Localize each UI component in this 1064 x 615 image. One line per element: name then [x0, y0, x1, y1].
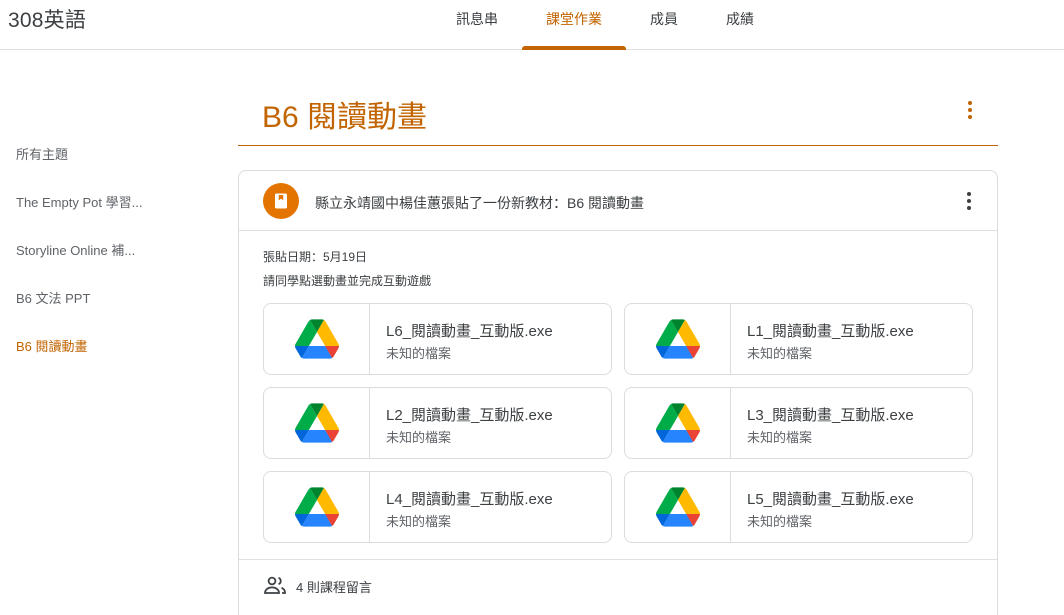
sidebar-item-b6-reading[interactable]: B6 閱讀動畫: [16, 336, 88, 355]
class-tabs: 訊息串 課堂作業 成員 成績: [432, 0, 778, 50]
attachment-item[interactable]: L5_閱讀動畫_互動版.exe 未知的檔案: [624, 471, 973, 543]
more-vert-icon[interactable]: [957, 189, 981, 213]
class-title[interactable]: 308英語: [8, 4, 86, 34]
posted-date: 張貼日期：5月19日: [263, 250, 368, 264]
topic-more-icon[interactable]: [958, 98, 982, 122]
material-card: 縣立永靖國中楊佳蕙張貼了一份新教材：B6 閱讀動畫 張貼日期：5月19日 請同學…: [238, 170, 998, 615]
material-description: 請同學點選動畫並完成互動遊戲: [263, 274, 432, 288]
attachment-type: 未知的檔案: [747, 346, 813, 361]
attachment-name: L6_閱讀動畫_互動版.exe: [386, 323, 553, 340]
sidebar-item-b6-grammar[interactable]: B6 文法 PPT: [16, 288, 90, 307]
top-app-bar: 308英語 訊息串 課堂作業 成員 成績: [0, 0, 1064, 50]
attachment-item[interactable]: L3_閱讀動畫_互動版.exe 未知的檔案: [624, 387, 973, 459]
attachment-item[interactable]: L6_閱讀動畫_互動版.exe 未知的檔案: [263, 303, 612, 375]
material-card-header[interactable]: 縣立永靖國中楊佳蕙張貼了一份新教材：B6 閱讀動畫: [239, 171, 997, 231]
material-title: 縣立永靖國中楊佳蕙張貼了一份新教材：B6 閱讀動畫: [315, 195, 645, 211]
attachment-item[interactable]: L1_閱讀動畫_互動版.exe 未知的檔案: [624, 303, 973, 375]
attachment-name: L2_閱讀動畫_互動版.exe: [386, 407, 553, 424]
attachment-name: L4_閱讀動畫_互動版.exe: [386, 491, 553, 508]
attachment-type: 未知的檔案: [386, 346, 452, 361]
google-drive-icon: [264, 388, 370, 458]
google-drive-icon: [625, 304, 731, 374]
topic-divider: [238, 145, 998, 146]
card-footer-divider: [239, 559, 997, 560]
material-book-icon: [263, 183, 299, 219]
attachment-type: 未知的檔案: [386, 514, 452, 529]
google-drive-icon: [264, 472, 370, 542]
google-drive-icon: [625, 388, 731, 458]
attachment-type: 未知的檔案: [747, 514, 813, 529]
google-drive-icon: [264, 304, 370, 374]
class-comments-count: 4 則課程留言: [296, 580, 372, 595]
topic-title: B6 閱讀動畫: [262, 101, 428, 134]
sidebar-item-storyline-online[interactable]: Storyline Online 補...: [16, 240, 135, 259]
google-drive-icon: [625, 472, 731, 542]
tab-stream[interactable]: 訊息串: [432, 0, 522, 49]
tab-people[interactable]: 成員: [626, 0, 702, 49]
tab-classwork[interactable]: 課堂作業: [522, 0, 626, 50]
attachment-type: 未知的檔案: [386, 430, 452, 445]
people-icon: [263, 575, 287, 598]
attachment-item[interactable]: L2_閱讀動畫_互動版.exe 未知的檔案: [263, 387, 612, 459]
sidebar-item-all-topics[interactable]: 所有主題: [16, 144, 68, 163]
attachment-type: 未知的檔案: [747, 430, 813, 445]
attachment-name: L3_閱讀動畫_互動版.exe: [747, 407, 914, 424]
attachment-item[interactable]: L4_閱讀動畫_互動版.exe 未知的檔案: [263, 471, 612, 543]
class-comments-link[interactable]: 4 則課程留言: [263, 575, 372, 598]
attachment-name: L5_閱讀動畫_互動版.exe: [747, 491, 914, 508]
sidebar-item-empty-pot[interactable]: The Empty Pot 學習...: [16, 192, 142, 211]
tab-grades[interactable]: 成績: [702, 0, 778, 49]
attachment-name: L1_閱讀動畫_互動版.exe: [747, 323, 914, 340]
